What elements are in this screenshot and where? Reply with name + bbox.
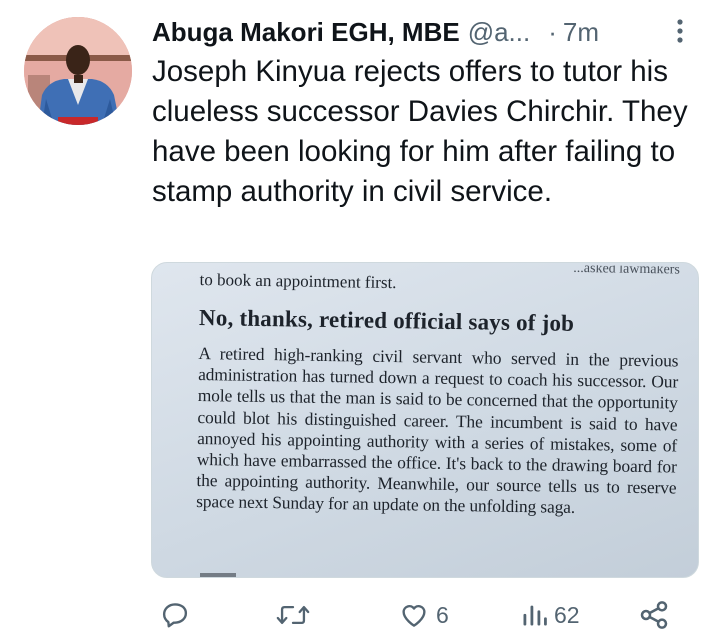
tweet-timestamp[interactable]: 7m (563, 17, 599, 48)
author-name[interactable]: Abuga Makori EGH, MBE (152, 17, 460, 48)
clipping-edge (200, 573, 236, 577)
tweet-header: Abuga Makori EGH, MBE @a... · 7m (152, 12, 712, 52)
previous-line: to book an appointment first. (199, 269, 397, 293)
views-button[interactable]: 62 (520, 592, 580, 638)
like-count: 6 (436, 601, 449, 628)
clipping-headline: No, thanks, retired official says of job (198, 304, 575, 336)
tweet-text: Joseph Kinyua rejects offers to tutor hi… (152, 55, 688, 208)
share-icon (640, 601, 668, 629)
tweet-actions: 6 62 (0, 592, 720, 638)
views-icon (523, 605, 547, 626)
avatar-photo (24, 17, 132, 125)
like-button[interactable]: 6 (398, 592, 449, 638)
avatar[interactable] (24, 17, 132, 125)
more-options-button[interactable] (668, 14, 692, 48)
retweet-icon (276, 605, 310, 625)
more-vertical-icon (677, 19, 683, 43)
share-button[interactable] (638, 592, 670, 638)
author-handle[interactable]: @a... (468, 17, 531, 48)
heart-icon (402, 604, 426, 627)
reply-button[interactable] (160, 592, 196, 638)
newspaper-clipping: ...asked lawmakers to book an appointmen… (196, 263, 680, 520)
reply-icon (162, 603, 188, 628)
separator-dot: · (548, 16, 557, 47)
clipping-body: A retired high-ranking civil servant who… (196, 342, 679, 518)
retweet-button[interactable] (276, 592, 316, 638)
views-count: 62 (554, 601, 580, 628)
tweet-media-image[interactable]: ...asked lawmakers to book an appointmen… (151, 262, 699, 578)
